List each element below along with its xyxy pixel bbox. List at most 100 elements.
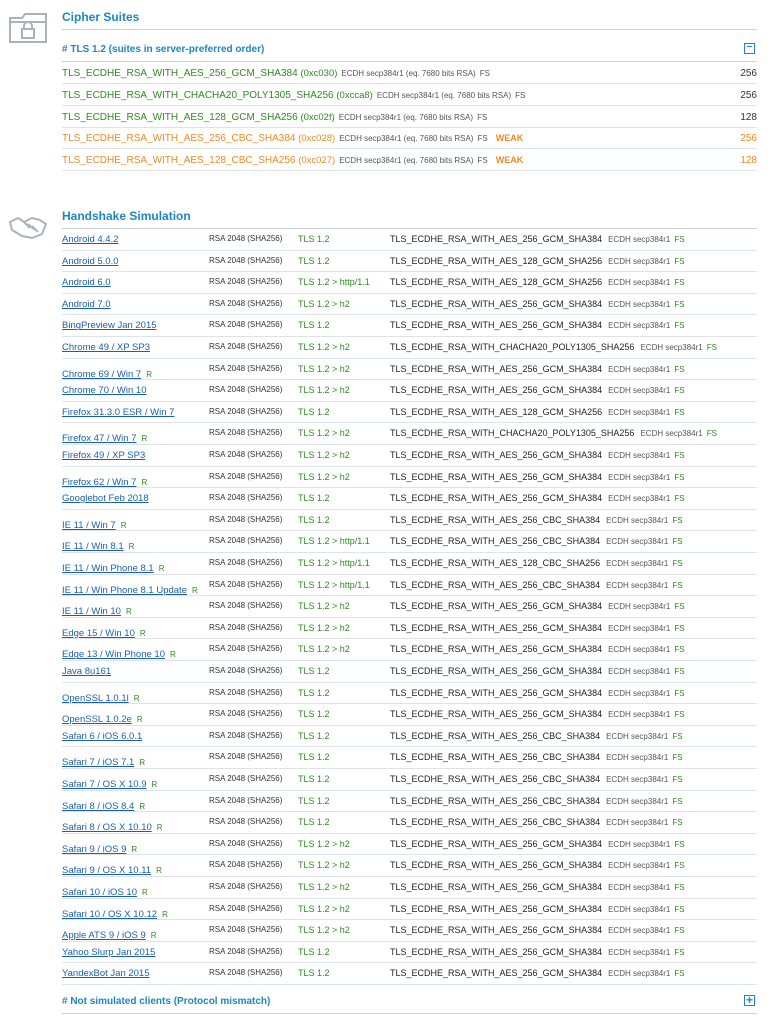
- forward-secrecy: FS: [674, 364, 685, 374]
- reference-badge: R: [156, 823, 163, 833]
- negotiated-suite: TLS_ECDHE_RSA_WITH_AES_256_GCM_SHA384: [390, 363, 603, 374]
- client-link[interactable]: IE 11 / Win 8.1: [62, 541, 124, 552]
- server-cert: RSA 2048 (SHA256): [209, 406, 283, 416]
- not-simulated-header[interactable]: # Not simulated clients (Protocol mismat…: [62, 990, 757, 1014]
- client-link[interactable]: IE 11 / Win Phone 8.1: [62, 563, 154, 574]
- negotiated-suite: TLS_ECDHE_RSA_WITH_AES_256_GCM_SHA384: [390, 471, 603, 482]
- handshake-row: Android 7.0 RSA 2048 (SHA256) TLS 1.2 > h2…: [62, 294, 757, 316]
- client-link[interactable]: Android 7.0: [62, 299, 111, 310]
- client-link[interactable]: Android 5.0.0: [62, 256, 119, 267]
- client-link[interactable]: Java 8u161: [62, 666, 111, 677]
- client-link[interactable]: IE 11 / Win 7: [62, 520, 116, 531]
- client-link[interactable]: Firefox 49 / XP SP3: [62, 450, 145, 461]
- negotiated-suite-cell: TLS_ECDHE_RSA_WITH_AES_256_CBC_SHA384 ECD…: [390, 580, 683, 590]
- handshake-row: Edge 13 / Win Phone 10 R RSA 2048 (SHA256)…: [62, 639, 757, 661]
- key-exchange: ECDH secp384r1: [608, 623, 671, 633]
- client-link[interactable]: Googlebot Feb 2018: [62, 493, 149, 504]
- negotiated-suite: TLS_ECDHE_RSA_WITH_AES_256_CBC_SHA384: [390, 514, 601, 525]
- client-link[interactable]: IE 11 / Win Phone 8.1 Update: [62, 585, 187, 596]
- key-exchange: ECDH secp384r1: [608, 645, 671, 655]
- server-cert: RSA 2048 (SHA256): [209, 687, 283, 697]
- negotiated-suite-cell: TLS_ECDHE_RSA_WITH_AES_256_GCM_SHA384 ECD…: [390, 385, 685, 395]
- negotiated-suite-cell: TLS_ECDHE_RSA_WITH_AES_128_CBC_SHA256 ECD…: [390, 558, 683, 568]
- negotiated-suite: TLS_ECDHE_RSA_WITH_AES_256_GCM_SHA384: [390, 601, 603, 612]
- negotiated-suite-cell: TLS_ECDHE_RSA_WITH_AES_256_GCM_SHA384 ECD…: [390, 968, 685, 978]
- key-exchange: ECDH secp384r1: [608, 969, 671, 979]
- server-cert: RSA 2048 (SHA256): [209, 298, 283, 308]
- negotiated-suite: TLS_ECDHE_RSA_WITH_CHACHA20_POLY1305_SHA…: [390, 428, 635, 439]
- negotiated-suite-cell: TLS_ECDHE_RSA_WITH_AES_256_CBC_SHA384 ECD…: [390, 796, 683, 806]
- negotiated-suite-cell: TLS_ECDHE_RSA_WITH_AES_128_GCM_SHA256 ECD…: [390, 256, 685, 266]
- negotiated-protocol: TLS 1.2: [298, 406, 330, 417]
- client-link[interactable]: Safari 7 / OS X 10.9: [62, 779, 147, 790]
- forward-secrecy: FS: [674, 602, 685, 612]
- handshake-row: Firefox 62 / Win 7 R RSA 2048 (SHA256) TLS …: [62, 467, 757, 489]
- negotiated-suite: TLS_ECDHE_RSA_WITH_AES_256_CBC_SHA384: [390, 774, 601, 784]
- forward-secrecy: FS: [674, 688, 685, 698]
- client-link[interactable]: Android 4.4.2: [62, 234, 119, 245]
- server-cert: RSA 2048 (SHA256): [209, 968, 283, 978]
- key-exchange: ECDH secp384r1: [606, 818, 669, 828]
- client-link[interactable]: OpenSSL 1.0.1l: [62, 693, 129, 704]
- server-cert: RSA 2048 (SHA256): [209, 428, 283, 438]
- handshake-row: IE 11 / Win 7 R RSA 2048 (SHA256) TLS 1.2 TL…: [62, 510, 757, 532]
- client-link[interactable]: Chrome 49 / XP SP3: [62, 342, 150, 353]
- key-exchange: ECDH secp384r1: [606, 775, 669, 784]
- collapse-icon[interactable]: −: [744, 43, 755, 54]
- key-exchange: ECDH secp384r1: [608, 278, 671, 288]
- suite-hex: (0xc02f): [300, 111, 335, 123]
- client-link[interactable]: Safari 9 / OS X 10.11: [62, 865, 151, 876]
- reference-badge: R: [151, 780, 158, 789]
- forward-secrecy: FS: [674, 883, 685, 892]
- key-exchange: ECDH secp384r1: [608, 472, 671, 482]
- negotiated-protocol: TLS 1.2 > h2: [298, 298, 350, 309]
- handshake-row: Safari 9 / iOS 9 R RSA 2048 (SHA256) TLS 1.…: [62, 834, 757, 856]
- expand-icon[interactable]: +: [744, 994, 755, 1006]
- forward-secrecy: FS: [672, 515, 683, 525]
- client-link[interactable]: YandexBot Jan 2015: [62, 968, 150, 979]
- client-link[interactable]: Safari 6 / iOS 6.0.1: [62, 731, 142, 742]
- client-link[interactable]: Safari 7 / iOS 7.1: [62, 757, 134, 768]
- handshake-row: Firefox 47 / Win 7 R RSA 2048 (SHA256) TLS …: [62, 423, 757, 445]
- reference-badge: R: [158, 564, 165, 573]
- client-link[interactable]: Yahoo Slurp Jan 2015: [62, 947, 155, 958]
- client-link[interactable]: Apple ATS 9 / iOS 9: [62, 930, 146, 941]
- client-link[interactable]: Safari 8 / iOS 8.4: [62, 801, 134, 812]
- client-link[interactable]: Safari 10 / iOS 10: [62, 887, 137, 898]
- client-link[interactable]: Chrome 69 / Win 7: [62, 369, 141, 380]
- key-exchange: ECDH secp384r1: [608, 235, 671, 244]
- client-link[interactable]: Android 6.0: [62, 277, 111, 288]
- client-cell: IE 11 / Win Phone 8.1 R: [62, 558, 165, 576]
- client-link[interactable]: Edge 13 / Win Phone 10: [62, 649, 165, 660]
- negotiated-protocol: TLS 1.2 > h2: [298, 385, 350, 396]
- key-exchange: ECDH secp384r1: [608, 839, 671, 849]
- negotiated-suite-cell: TLS_ECDHE_RSA_WITH_AES_256_CBC_SHA384 ECD…: [390, 731, 683, 741]
- negotiated-protocol: TLS 1.2 > h2: [298, 428, 350, 439]
- suite-bits: 256: [740, 89, 757, 101]
- negotiated-protocol: TLS 1.2: [298, 255, 330, 266]
- client-link[interactable]: Firefox 47 / Win 7: [62, 433, 136, 444]
- suite-name: TLS_ECDHE_RSA_WITH_AES_128_CBC_SHA256: [62, 155, 296, 167]
- forward-secrecy: FS: [674, 278, 685, 288]
- forward-secrecy: FS: [674, 904, 685, 914]
- suite-kex: ECDH secp384r1 (eq. 7680 bits RSA): [341, 69, 476, 78]
- handshake-row: BingPreview Jan 2015 RSA 2048 (SHA256) TLS…: [62, 315, 757, 337]
- client-link[interactable]: Safari 10 / OS X 10.12: [62, 909, 157, 920]
- client-link[interactable]: Chrome 70 / Win 10: [62, 385, 146, 396]
- client-link[interactable]: OpenSSL 1.0.2e: [62, 714, 132, 725]
- client-link[interactable]: Firefox 62 / Win 7: [62, 477, 136, 488]
- client-link[interactable]: Edge 15 / Win 10: [62, 628, 135, 639]
- key-exchange: ECDH secp384r1: [606, 515, 669, 525]
- negotiated-suite-cell: TLS_ECDHE_RSA_WITH_AES_256_GCM_SHA384 ECD…: [390, 601, 685, 611]
- client-cell: Edge 15 / Win 10 R: [62, 623, 146, 641]
- client-link[interactable]: IE 11 / Win 10: [62, 606, 121, 617]
- negotiated-protocol: TLS 1.2 > h2: [298, 903, 350, 914]
- client-link[interactable]: BingPreview Jan 2015: [62, 320, 157, 331]
- negotiated-suite: TLS_ECDHE_RSA_WITH_AES_256_GCM_SHA384: [390, 666, 603, 676]
- client-link[interactable]: Firefox 31.3.0 ESR / Win 7: [62, 407, 174, 418]
- client-link[interactable]: Safari 9 / iOS 9: [62, 844, 126, 855]
- client-link[interactable]: Safari 8 / OS X 10.10: [62, 822, 152, 833]
- server-cert: RSA 2048 (SHA256): [209, 558, 283, 567]
- server-cert: RSA 2048 (SHA256): [209, 644, 283, 654]
- reference-badge: R: [141, 477, 148, 487]
